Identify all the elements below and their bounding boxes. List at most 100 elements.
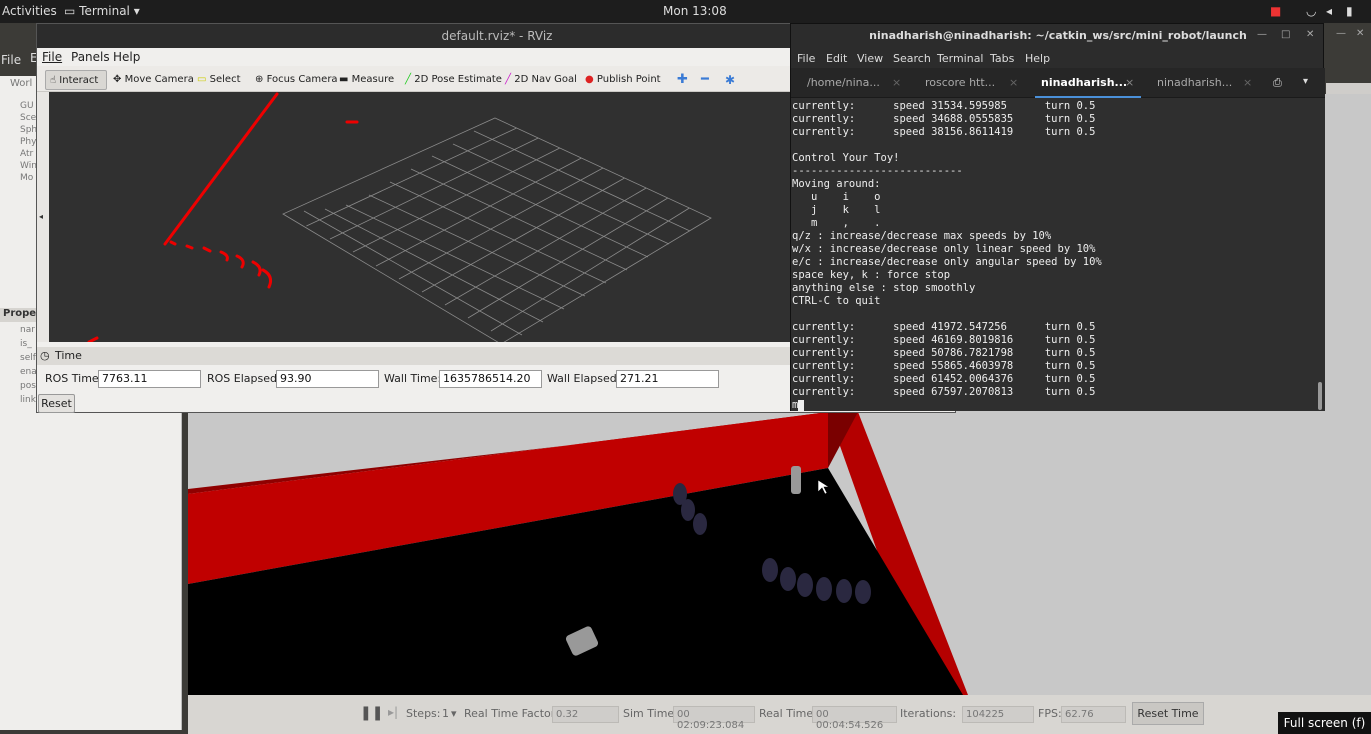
wall-elapsed-label: Wall Elapsed: bbox=[547, 372, 621, 385]
rviz-displays-collapsed[interactable]: ◂ bbox=[37, 92, 49, 342]
reset-button[interactable]: Reset bbox=[38, 394, 75, 413]
steps-value[interactable]: 1 bbox=[442, 707, 449, 720]
realtime-field: 00 00:04:54.526 bbox=[812, 706, 897, 731]
chevron-down-icon[interactable]: ▾ bbox=[451, 707, 457, 720]
ros-elapsed-field[interactable]: 93.90 bbox=[276, 370, 379, 388]
gazebo-minimize-button[interactable]: — bbox=[1336, 28, 1346, 39]
recording-icon[interactable]: ■ bbox=[1270, 4, 1281, 18]
rviz-menu-help[interactable]: Help bbox=[113, 50, 140, 64]
wall-time-field[interactable]: 1635786514.20 bbox=[439, 370, 542, 388]
terminal-menu-view[interactable]: View bbox=[857, 52, 883, 65]
properties-list[interactable]: nar is_ self ena pos link bbox=[20, 323, 37, 407]
chevron-down-icon: ▾ bbox=[133, 4, 140, 18]
wifi-icon[interactable]: ◡ bbox=[1306, 4, 1316, 18]
property-row[interactable]: link bbox=[20, 393, 37, 407]
tool-properties-icon[interactable]: ✱ bbox=[721, 70, 739, 90]
wall-elapsed-field[interactable]: 271.21 bbox=[616, 370, 719, 388]
rtf-label: Real Time Factor: bbox=[464, 707, 559, 720]
property-row[interactable]: self bbox=[20, 351, 37, 365]
terminal-menu-file[interactable]: File bbox=[797, 52, 815, 65]
close-tab-icon[interactable]: × bbox=[892, 68, 901, 98]
focus-camera-tool-button[interactable]: ⊕ Focus Camera bbox=[251, 70, 342, 90]
terminal-menu-tabs[interactable]: Tabs bbox=[990, 52, 1014, 65]
tree-item[interactable]: Sce bbox=[20, 112, 37, 124]
terminal-menu-search[interactable]: Search bbox=[893, 52, 931, 65]
rviz-menu-file[interactable]: File bbox=[42, 50, 62, 64]
time-panel-header: ◷ Time bbox=[37, 347, 791, 365]
maximize-icon[interactable]: □ bbox=[1281, 29, 1290, 40]
tab-home[interactable]: /home/nina... × bbox=[807, 68, 907, 98]
remove-tool-icon[interactable]: ━ bbox=[697, 70, 713, 90]
terminal-app-menu[interactable]: ▭ Terminal ▾ bbox=[64, 4, 140, 18]
gazebo-close-button[interactable]: ✕ bbox=[1356, 28, 1364, 39]
tree-item[interactable]: Mo bbox=[20, 172, 37, 184]
close-tab-icon[interactable]: × bbox=[1125, 68, 1134, 98]
wall-time-label: Wall Time: bbox=[384, 372, 442, 385]
world-tree[interactable]: GU Sce Sph Phy Atr Win Mo bbox=[20, 100, 37, 184]
rviz-3d-view[interactable] bbox=[49, 92, 791, 345]
terminal-title-bar[interactable]: ninadharish@ninadharish: ~/catkin_ws/src… bbox=[791, 24, 1325, 48]
tree-item[interactable]: Atr bbox=[20, 148, 37, 160]
pose-estimate-tool-button[interactable]: ╱ 2D Pose Estimate bbox=[401, 70, 506, 90]
world-tab[interactable]: Worl bbox=[10, 78, 32, 89]
ros-time-field[interactable]: 7763.11 bbox=[98, 370, 201, 388]
simtime-label: Sim Time: bbox=[623, 707, 678, 720]
select-tool-button[interactable]: ▭ Select bbox=[193, 70, 245, 90]
close-icon[interactable]: ✕ bbox=[1306, 29, 1314, 40]
rtf-field: 0.32 bbox=[552, 706, 619, 723]
rviz-menu-panels[interactable]: Panels bbox=[71, 50, 110, 64]
terminal-line: currently: speed 34688.0555835 turn 0.5 bbox=[792, 113, 1096, 125]
terminal-line: --------------------------- bbox=[792, 165, 963, 177]
interact-tool-button[interactable]: ☝ Interact bbox=[45, 70, 107, 90]
publish-point-tool-button[interactable]: ● Publish Point bbox=[581, 70, 665, 90]
tree-item[interactable]: Sph bbox=[20, 124, 37, 136]
terminal-menu-edit[interactable]: Edit bbox=[826, 52, 847, 65]
tree-item[interactable]: Phy bbox=[20, 136, 37, 148]
terminal-line: j k l bbox=[792, 204, 881, 216]
terminal-scrollbar[interactable] bbox=[1318, 382, 1322, 410]
select-icon: ▭ bbox=[197, 74, 207, 85]
tab-active-teleop[interactable]: ninadharish... × bbox=[1035, 68, 1141, 98]
new-tab-icon[interactable]: ⎙ bbox=[1273, 76, 1282, 90]
close-tab-icon[interactable]: × bbox=[1243, 68, 1252, 98]
tabs-menu-chevron-icon[interactable]: ▾ bbox=[1303, 76, 1308, 87]
tab-ninadharish[interactable]: ninadharish... × bbox=[1157, 68, 1257, 98]
battery-icon[interactable]: ▮ bbox=[1346, 4, 1353, 18]
step-icon[interactable]: ▸| bbox=[388, 705, 398, 719]
collapse-left-icon[interactable]: ◂ bbox=[39, 212, 43, 221]
tool-label: 2D Nav Goal bbox=[514, 74, 577, 85]
close-tab-icon[interactable]: × bbox=[1009, 68, 1018, 98]
activities-button[interactable]: Activities bbox=[2, 4, 57, 18]
terminal-line: q/z : increase/decrease max speeds by 10… bbox=[792, 230, 1052, 242]
tab-roscore[interactable]: roscore htt... × bbox=[925, 68, 1025, 98]
terminal-line: currently: speed 55865.4603978 turn 0.5 bbox=[792, 360, 1096, 372]
volume-icon[interactable]: ◂ bbox=[1326, 4, 1332, 18]
nav-goal-tool-button[interactable]: ╱ 2D Nav Goal bbox=[501, 70, 581, 90]
minimize-icon[interactable]: — bbox=[1257, 29, 1267, 40]
tool-label: Select bbox=[209, 74, 241, 85]
terminal-menu-help[interactable]: Help bbox=[1025, 52, 1050, 65]
tool-label: Move Camera bbox=[124, 74, 194, 85]
property-row[interactable]: nar bbox=[20, 323, 37, 337]
tree-item[interactable]: GU bbox=[20, 100, 37, 112]
terminal-line: currently: speed 31534.595985 turn 0.5 bbox=[792, 100, 1096, 112]
property-row[interactable]: pos bbox=[20, 379, 37, 393]
terminal-line: u i o bbox=[792, 191, 881, 203]
time-panel-title: Time bbox=[55, 349, 82, 362]
terminal-menu-terminal[interactable]: Terminal bbox=[937, 52, 984, 65]
reset-time-button[interactable]: Reset Time bbox=[1132, 702, 1204, 725]
property-row[interactable]: is_ bbox=[20, 337, 37, 351]
pause-icon[interactable]: ❚❚ bbox=[360, 705, 383, 721]
add-tool-icon[interactable]: ✚ bbox=[673, 70, 692, 90]
ruler-icon: ▬ bbox=[339, 74, 349, 85]
measure-tool-button[interactable]: ▬ Measure bbox=[335, 70, 398, 90]
tree-item[interactable]: Win bbox=[20, 160, 37, 172]
clock[interactable]: Mon 13:08 bbox=[663, 4, 727, 18]
property-row[interactable]: ena bbox=[20, 365, 37, 379]
magenta-arrow-icon: ╱ bbox=[505, 74, 512, 85]
tab-label: ninadharish... bbox=[1157, 76, 1233, 89]
terminal-line: m bbox=[792, 399, 1325, 411]
move-camera-tool-button[interactable]: ✥ Move Camera bbox=[109, 70, 198, 90]
terminal-output[interactable]: currently: speed 31534.595985 turn 0.5 cu… bbox=[791, 98, 1325, 411]
terminal-line: currently: speed 41972.547256 turn 0.5 bbox=[792, 321, 1096, 333]
